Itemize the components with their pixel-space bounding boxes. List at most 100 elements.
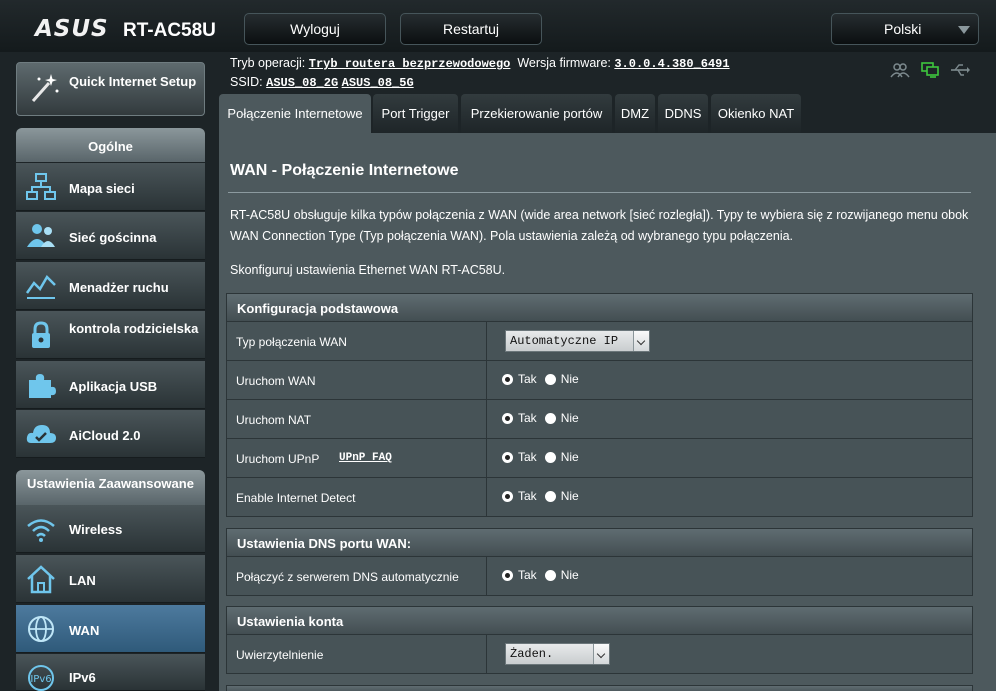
internet-detect-no-radio[interactable] — [544, 490, 556, 502]
wan-type-select[interactable]: Automatyczne IP — [505, 330, 650, 352]
enable-nat-label: Uruchom NAT — [236, 413, 312, 427]
puzzle-icon — [29, 374, 56, 398]
operation-mode-line: Tryb operacji: Tryb routera bezprzewodow… — [230, 56, 730, 71]
mode-link[interactable]: Tryb routera bezprzewodowego — [309, 57, 511, 71]
dns-auto-label: Połączyć z serwerem DNS automatycznie — [236, 570, 459, 584]
title-divider — [228, 192, 971, 193]
sidebar-item-label: Mapa sieci — [69, 181, 135, 196]
authentication-row: Uwierzytelnienie Żaden. — [226, 635, 973, 674]
quick-setup-label: Quick Internet Setup — [69, 74, 197, 89]
next-section-header — [226, 685, 973, 691]
page-title: WAN - Połączenie Internetowe — [230, 162, 459, 179]
ssid-5g-link[interactable]: ASUS_08_5G — [342, 76, 414, 90]
sidebar-item-label: AiCloud 2.0 — [69, 428, 141, 443]
account-section-header: Ustawienia konta — [226, 606, 973, 635]
tab-ddns[interactable]: DDNS — [658, 94, 708, 133]
page-description: RT-AC58U obsługuje kilka typów połączeni… — [230, 208, 969, 243]
sidebar-item-guest-network[interactable]: Sieć gościnna — [16, 212, 205, 260]
sidebar-item-wan[interactable]: WAN — [16, 605, 205, 653]
dns-auto-no-radio[interactable] — [544, 569, 556, 581]
language-select[interactable]: Polski — [831, 13, 979, 45]
sidebar-item-network-map[interactable]: Mapa sieci — [16, 163, 205, 211]
internet-detect-row: Enable Internet Detect Tak Nie — [226, 478, 973, 517]
divider — [486, 439, 487, 477]
cloud-icon — [26, 425, 56, 443]
traffic-manager-icon — [25, 274, 56, 299]
sidebar-item-ipv6[interactable]: IPv6 IPv6 — [16, 654, 205, 691]
configure-text: Skonfiguruj ustawienia Ethernet WAN RT-A… — [230, 263, 506, 277]
chevron-down-icon — [958, 26, 970, 34]
chevron-down-icon — [593, 644, 609, 664]
usb-icon[interactable] — [950, 63, 970, 77]
divider — [486, 322, 487, 360]
dns-auto-yes-radio[interactable] — [502, 569, 513, 581]
sidebar-item-label: Menadżer ruchu — [69, 280, 169, 295]
enable-nat-yes-radio[interactable] — [502, 412, 513, 424]
monitor-icon[interactable] — [920, 62, 940, 78]
users-icon[interactable] — [890, 62, 910, 78]
guest-network-icon — [27, 224, 55, 247]
enable-upnp-row: Uruchom UPnP UPnP FAQ Tak Nie — [226, 439, 973, 478]
divider — [486, 361, 487, 399]
language-label: Polski — [884, 21, 922, 37]
no-label: Nie — [560, 489, 579, 503]
enable-upnp-no-radio[interactable] — [544, 451, 556, 463]
ipv6-icon: IPv6 — [28, 665, 54, 691]
asus-logo: ASUS — [35, 16, 109, 42]
network-map-icon — [26, 173, 56, 200]
enable-upnp-yes-radio[interactable] — [502, 451, 513, 463]
sidebar-item-label: Wireless — [69, 522, 123, 537]
quick-internet-setup-button[interactable]: Quick Internet Setup — [16, 62, 205, 116]
tab-dmz[interactable]: DMZ — [615, 94, 655, 133]
enable-nat-row: Uruchom NAT Tak Nie — [226, 400, 973, 439]
wan-type-row: Typ połączenia WAN Automatyczne IP — [226, 322, 973, 361]
ssid-2g-link[interactable]: ASUS_08_2G — [266, 76, 338, 90]
globe-icon — [28, 616, 54, 642]
upnp-faq-link[interactable]: UPnP FAQ — [339, 452, 392, 464]
svg-text:IPv6: IPv6 — [30, 674, 51, 685]
yes-label: Tak — [518, 450, 537, 464]
tab-nat-passthrough[interactable]: Okienko NAT — [711, 94, 801, 133]
top-bar: ASUS RT-AC58U Wyloguj Restartuj Polski — [0, 0, 996, 52]
sidebar-item-aicloud[interactable]: AiCloud 2.0 — [16, 410, 205, 458]
yes-label: Tak — [518, 372, 537, 386]
enable-wan-yes-radio[interactable] — [502, 373, 513, 385]
router-model: RT-AC58U — [123, 20, 216, 41]
sidebar-item-label: kontrola rodzicielska — [69, 321, 199, 336]
sidebar-item-label: Aplikacja USB — [69, 379, 158, 394]
divider — [486, 478, 487, 516]
sidebar-item-parental-control[interactable]: kontrola rodzicielska — [16, 311, 205, 359]
firmware-link[interactable]: 3.0.0.4.380_6491 — [614, 57, 729, 71]
sidebar-item-lan[interactable]: LAN — [16, 555, 205, 603]
internet-detect-yes-radio[interactable] — [502, 490, 513, 502]
no-label: Nie — [560, 411, 579, 425]
divider — [486, 557, 487, 595]
logout-button[interactable]: Wyloguj — [244, 13, 386, 45]
tab-internet-connection[interactable]: Połączenie Internetowe — [219, 94, 371, 133]
yes-label: Tak — [518, 489, 537, 503]
restart-button[interactable]: Restartuj — [400, 13, 542, 45]
tab-port-forwarding[interactable]: Przekierowanie portów — [461, 94, 612, 133]
sidebar-item-label: Sieć gościnna — [69, 230, 157, 245]
enable-nat-no-radio[interactable] — [544, 412, 556, 424]
authentication-select[interactable]: Żaden. — [505, 643, 610, 665]
home-icon — [27, 565, 55, 594]
no-label: Nie — [560, 568, 579, 582]
advanced-section-header: Ustawienia Zaawansowane — [16, 470, 205, 505]
enable-wan-no-radio[interactable] — [544, 373, 556, 385]
sidebar-item-label: LAN — [69, 573, 96, 588]
tab-port-trigger[interactable]: Port Trigger — [373, 94, 458, 133]
general-section-header: Ogólne — [16, 128, 205, 162]
sidebar-item-wireless[interactable]: Wireless — [16, 505, 205, 553]
mode-label: Tryb operacji: — [230, 56, 306, 70]
authentication-value: Żaden. — [510, 647, 554, 661]
sidebar-item-usb-application[interactable]: Aplikacja USB — [16, 361, 205, 409]
sidebar-item-label: IPv6 — [69, 670, 96, 685]
ssid-label: SSID: — [230, 75, 263, 89]
firmware-label: Wersja firmware: — [517, 56, 611, 70]
enable-wan-row: Uruchom WAN Tak Nie — [226, 361, 973, 400]
dns-auto-row: Połączyć z serwerem DNS automatycznie Ta… — [226, 557, 973, 596]
enable-upnp-label: Uruchom UPnP — [236, 452, 320, 466]
enable-wan-label: Uruchom WAN — [236, 374, 316, 388]
sidebar-item-traffic-manager[interactable]: Menadżer ruchu — [16, 262, 205, 310]
